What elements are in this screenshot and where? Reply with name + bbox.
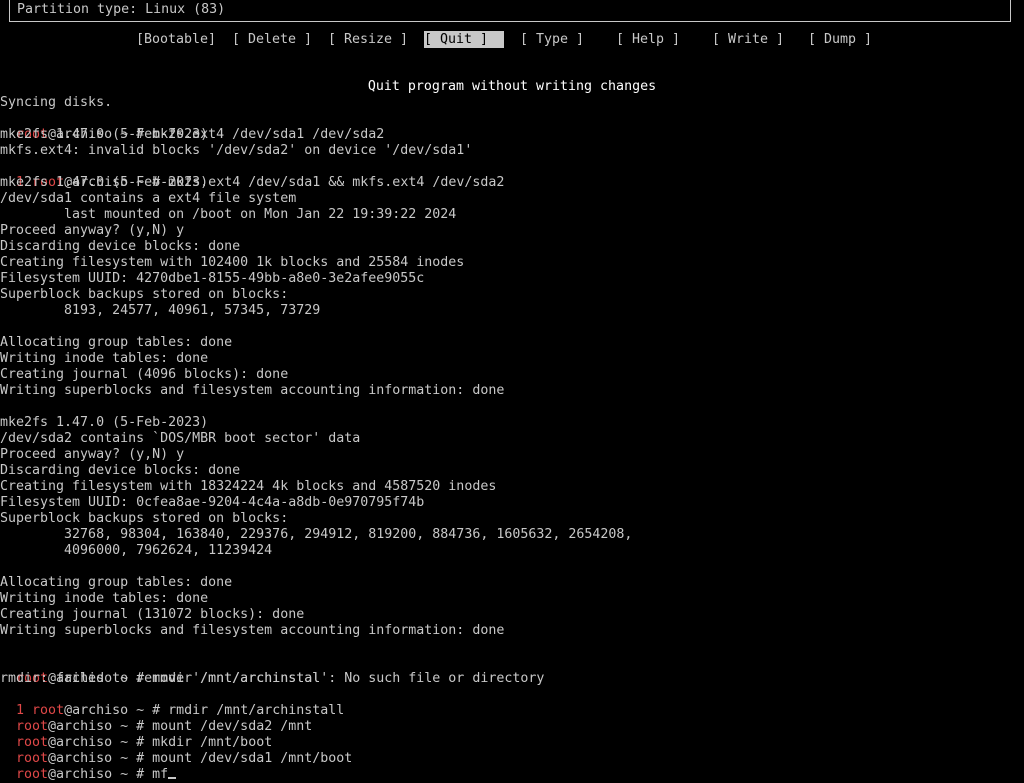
terminal-line: Allocating group tables: done xyxy=(0,575,233,590)
resize-button[interactable]: [ Resize ] xyxy=(328,31,408,48)
help-button[interactable]: [ Help ] xyxy=(616,31,680,48)
terminal-line: Superblock backups stored on blocks: xyxy=(0,287,289,302)
terminal-line: Allocating group tables: done xyxy=(0,335,233,350)
terminal-line: 4096000, 7962624, 11239424 xyxy=(0,543,273,558)
terminal-line: Creating journal (131072 blocks): done xyxy=(0,607,305,622)
terminal-line: 32768, 98304, 163840, 229376, 294912, 81… xyxy=(0,527,633,542)
terminal-line: Creating journal (4096 blocks): done xyxy=(0,367,289,382)
terminal-line: Filesystem UUID: 0cfea8ae-9204-4c4a-a8db… xyxy=(0,495,425,510)
terminal-prompt-line: root@archiso ~ # mount /dev/sda1 /mnt/bo… xyxy=(0,735,352,766)
text-cursor xyxy=(168,777,177,779)
terminal-line: 8193, 24577, 40961, 57345, 73729 xyxy=(0,303,321,318)
terminal-prompt-line: root@archiso ~ # mkdir /mnt/boot xyxy=(0,719,272,750)
terminal-line: Writing inode tables: done xyxy=(0,351,209,366)
terminal-input-line[interactable]: root@archiso ~ # mf xyxy=(0,751,177,782)
command-text: mount /dev/sda1 /mnt/boot xyxy=(152,751,353,766)
terminal-line: Creating filesystem with 102400 1k block… xyxy=(0,255,465,270)
terminal-line: mkfs.ext4: invalid blocks '/dev/sda2' on… xyxy=(0,143,473,158)
terminal-line: last mounted on /boot on Mon Jan 22 19:3… xyxy=(0,207,457,222)
partition-type-label: Partition type: Linux (83) xyxy=(17,2,226,17)
command-text: mkfs.ext4 /dev/sda1 && mkfs.ext4 /dev/sd… xyxy=(168,175,505,190)
terminal-line: /dev/sda2 contains `DOS/MBR boot sector'… xyxy=(0,431,361,446)
type-button[interactable]: [ Type ] xyxy=(520,31,584,48)
quit-button[interactable]: [ Quit ] xyxy=(424,31,504,48)
terminal-line: rmdir: failed to remove '/mnt/archinstal… xyxy=(0,671,545,686)
terminal-line: Proceed anyway? (y,N) y xyxy=(0,223,185,238)
menu-item-description: Quit program without writing changes xyxy=(367,79,657,94)
terminal-line: Discarding device blocks: done xyxy=(0,463,241,478)
terminal-line: Writing superblocks and filesystem accou… xyxy=(0,623,505,638)
terminal-prompt-line: root@archiso ~ # rmdir /mnt/archinstal xyxy=(0,655,320,686)
partition-info-box: Partition type: Linux (83) xyxy=(9,0,1011,22)
terminal-line: mke2fs 1.47.0 (5-Feb-2023) xyxy=(0,175,209,190)
dump-button[interactable]: [ Dump ] xyxy=(808,31,872,48)
terminal-line: Creating filesystem with 18324224 4k blo… xyxy=(0,479,497,494)
terminal-line: mke2fs 1.47.0 (5-Feb-2023) xyxy=(0,415,209,430)
terminal-prompt-line: root@archiso ~ # mount /dev/sda2 /mnt xyxy=(0,703,312,734)
terminal-line: Superblock backups stored on blocks: xyxy=(0,511,289,526)
terminal-prompt-line: 1 root@archiso ~ # rmdir /mnt/archinstal… xyxy=(0,687,344,718)
command-input[interactable]: mf xyxy=(152,767,168,782)
prompt-host: @archiso ~ # xyxy=(48,767,153,782)
prompt-user: root xyxy=(16,767,49,782)
terminal-line: mke2fs 1.47.0 (5-Feb-2023) xyxy=(0,127,209,142)
terminal-line: Filesystem UUID: 4270dbe1-8155-49bb-a8e0… xyxy=(0,271,425,286)
delete-button[interactable]: [ Delete ] xyxy=(232,31,312,48)
terminal-line: Writing inode tables: done xyxy=(0,591,209,606)
bootable-button[interactable]: [Bootable] xyxy=(136,31,216,48)
terminal-line: Writing superblocks and filesystem accou… xyxy=(0,383,505,398)
terminal-prompt-line: 1 root@archiso ~ # mkfs.ext4 /dev/sda1 &… xyxy=(0,159,504,190)
terminal-line: /dev/sda1 contains a ext4 file system xyxy=(0,191,297,206)
terminal-line: Proceed anyway? (y,N) y xyxy=(0,447,185,462)
terminal-prompt-line: root@archiso ~ # mkfs.ext4 /dev/sda1 /de… xyxy=(0,111,384,142)
write-button[interactable]: [ Write ] xyxy=(712,31,784,48)
terminal-line: Syncing disks. xyxy=(0,95,113,110)
terminal-line: Discarding device blocks: done xyxy=(0,239,241,254)
